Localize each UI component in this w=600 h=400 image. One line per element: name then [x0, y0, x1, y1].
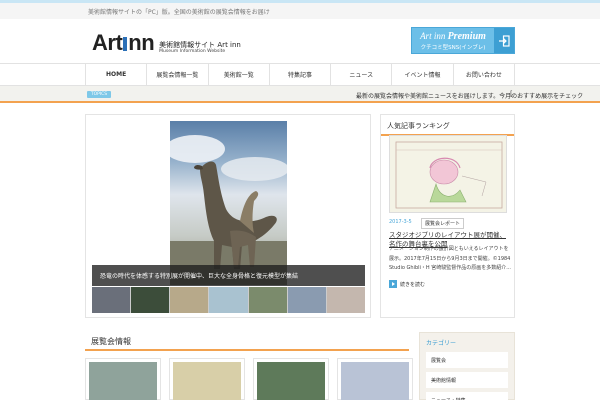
slide-image-dinosaur[interactable] — [170, 121, 287, 285]
exhibition-card[interactable] — [169, 358, 245, 400]
slide-thumbnail[interactable] — [287, 287, 326, 313]
dinosaur-illustration — [170, 135, 287, 285]
slide-thumbnail[interactable] — [92, 287, 131, 313]
nav-item-5[interactable]: イベント情報 — [392, 64, 454, 85]
top-announcement-bar: 美術館情報サイトの「PC」版。全国の美術館の展覧会情報をお届け — [0, 0, 600, 19]
category-item[interactable]: ニュース・特集 — [426, 392, 508, 400]
exhibition-card-image — [341, 362, 409, 400]
top-announcement-text: 美術館情報サイトの「PC」版。全国の美術館の展覧会情報をお届け — [88, 9, 270, 16]
premium-banner-text: Art inn Premium クチコミ型SNS(インブレ) — [412, 28, 494, 53]
logo-subtitle-en: Museum Information Website — [159, 48, 226, 54]
read-more-link[interactable]: 続きを読む — [389, 280, 425, 288]
read-more-label: 続きを読む — [400, 281, 426, 288]
category-widget: カテゴリー 展覧会美術館情報ニュース・特集 — [419, 332, 515, 400]
exhibitions-section-title: 展覧会情報 — [85, 333, 409, 351]
logo-i-mark — [123, 37, 128, 51]
category-list: 展覧会美術館情報ニュース・特集 — [420, 352, 514, 400]
exhibition-card-image — [89, 362, 157, 400]
slide-thumbnail[interactable] — [326, 287, 365, 313]
exhibition-card-list — [85, 358, 413, 400]
logo-subtitle: 美術館情報サイト Art inn Museum Information Webs… — [159, 40, 241, 55]
slide-thumbnail[interactable] — [248, 287, 287, 313]
anime-layout-sketch — [395, 141, 503, 209]
nav-menu: HOME 展覧会情報一覧 美術館一覧 特集記事 ニュース イベント情報 お問い合わせ — [85, 64, 515, 85]
topics-ticker: TOPICS 最新の展覧会情報や美術館ニュースをお届けします。今月のおすすめ展示… — [0, 86, 600, 103]
slide-thumbnail[interactable] — [209, 287, 248, 313]
nav-item-1[interactable]: 展覧会情報一覧 — [147, 64, 209, 85]
featured-slider: 恐竜の時代を体感する特別展が開催中、巨大な全身骨格と復元模型が集結 — [85, 114, 371, 318]
nav-item-4[interactable]: ニュース — [331, 64, 393, 85]
exhibition-card-image — [257, 362, 325, 400]
logo-wordmark: Art nn — [92, 30, 155, 55]
premium-banner[interactable]: Art inn Premium クチコミ型SNS(インブレ) — [411, 27, 515, 54]
main-navigation: HOME 展覧会情報一覧 美術館一覧 特集記事 ニュース イベント情報 お問い合わせ — [0, 63, 600, 86]
ranking-article-excerpt: アニメーション制作の設計図ともいえるレイアウトを展示。2017年7月15日から9… — [389, 246, 512, 271]
exhibition-card-image — [173, 362, 241, 400]
ranking-title: 人気記事ランキング — [381, 115, 514, 136]
nav-item-2[interactable]: 美術館一覧 — [209, 64, 270, 85]
exhibitions-section: 展覧会情報 — [85, 333, 413, 400]
slide-thumbnail[interactable] — [170, 287, 209, 313]
exhibition-card[interactable] — [85, 358, 161, 400]
site-logo[interactable]: Art nn 美術館情報サイト Art inn Museum Informatio… — [92, 30, 241, 54]
category-item[interactable]: 美術館情報 — [426, 372, 508, 388]
ranking-article-image[interactable] — [389, 135, 507, 213]
nav-item-3[interactable]: 特集記事 — [270, 64, 332, 85]
topics-badge: TOPICS — [87, 91, 111, 98]
nav-item-0[interactable]: HOME — [86, 64, 148, 85]
category-item[interactable]: 展覧会 — [426, 352, 508, 368]
ranking-article-date: 2017-3-5 — [389, 219, 412, 225]
login-icon — [499, 34, 510, 47]
arrow-right-icon — [389, 280, 397, 288]
slide-thumbnail[interactable] — [131, 287, 170, 313]
category-title: カテゴリー — [426, 340, 457, 347]
exhibition-card[interactable] — [253, 358, 329, 400]
topics-headline[interactable]: 最新の展覧会情報や美術館ニュースをお届けします。今月のおすすめ展示をチェック — [356, 91, 583, 100]
ranking-widget: 人気記事ランキング 2017-3-5 展覧会レポート スタジオジブリのレイアウト… — [380, 114, 515, 318]
slide-thumbnails — [92, 287, 365, 313]
login-button[interactable] — [494, 28, 514, 53]
slide-caption[interactable]: 恐竜の時代を体感する特別展が開催中、巨大な全身骨格と復元模型が集結 — [92, 265, 365, 286]
topics-control[interactable]: [ — [510, 90, 513, 98]
nav-item-6[interactable]: お問い合わせ — [454, 64, 515, 85]
logo-subtitle-ja: 美術館情報サイト Art inn — [159, 40, 241, 49]
ranking-article-category[interactable]: 展覧会レポート — [421, 218, 465, 229]
premium-subtitle: クチコミ型SNS(インブレ) — [420, 44, 486, 51]
exhibition-card[interactable] — [337, 358, 413, 400]
premium-title: Art inn Premium — [420, 30, 486, 42]
